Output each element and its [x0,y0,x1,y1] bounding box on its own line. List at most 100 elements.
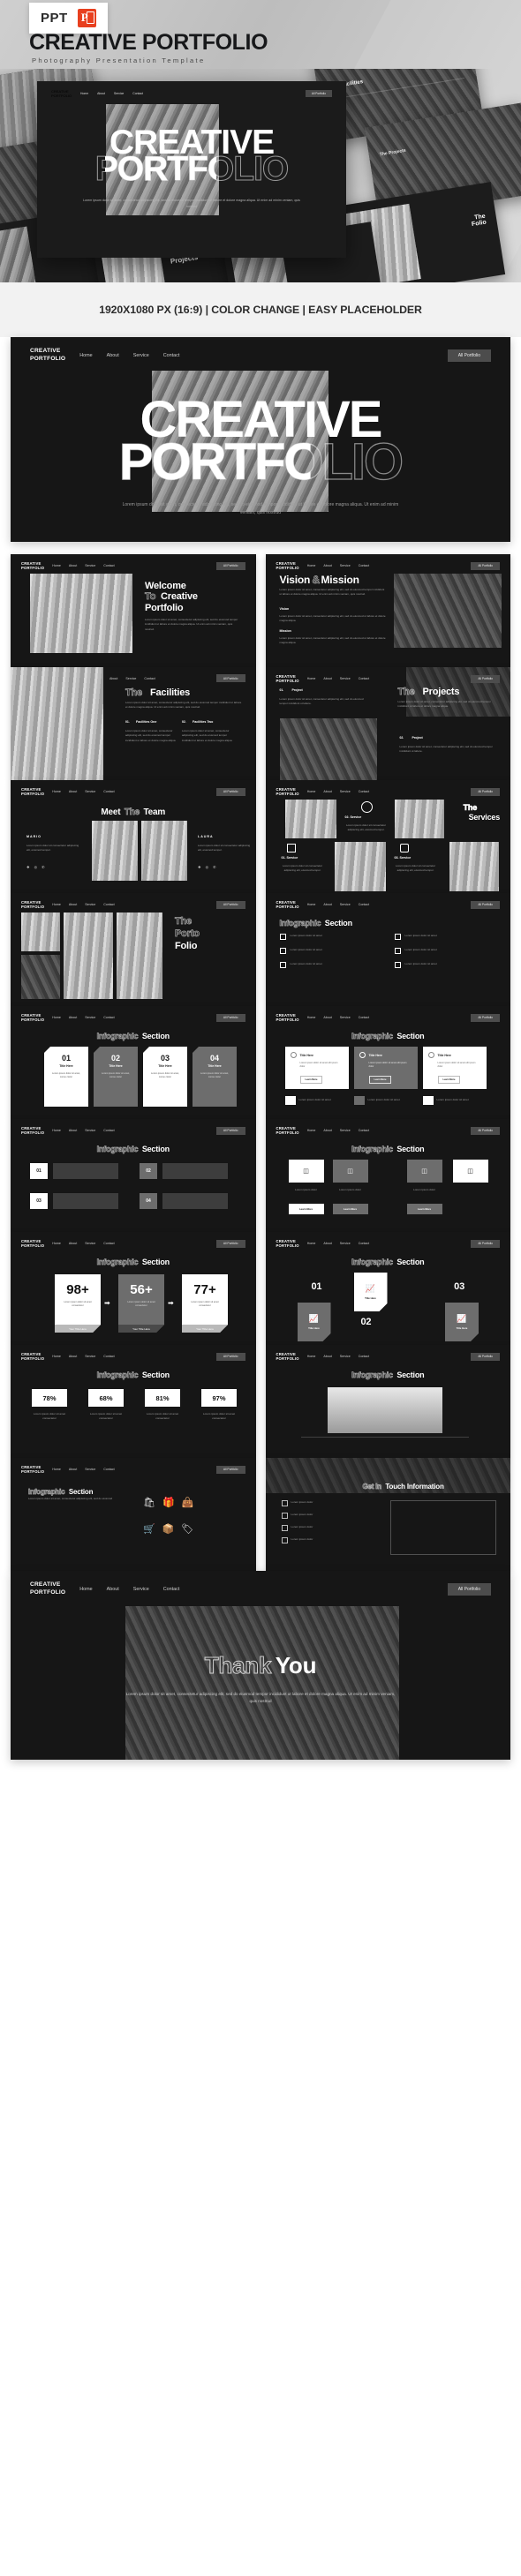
phone-icon[interactable]: ✆ [213,865,215,869]
nav-item-contact[interactable]: Contact [103,790,114,793]
nav-item-service[interactable]: Service [85,1355,95,1358]
nav-item-home[interactable]: Home [79,1587,92,1592]
nav-item-home[interactable]: Home [52,1355,61,1358]
step-card[interactable]: 📈 Title Here [354,1273,388,1311]
all-portfolio-button[interactable]: All Portfolio [471,1352,500,1361]
nav-item-service[interactable]: Service [340,564,351,567]
nav-item-service[interactable]: Service [85,1129,95,1132]
nav-item-service[interactable]: Service [340,1242,351,1245]
instagram-icon[interactable]: ◎ [206,865,209,869]
all-portfolio-button[interactable]: All Portfolio [215,1465,245,1474]
nav-item-contact[interactable]: Contact [103,1129,114,1132]
nav-item-about[interactable]: About [107,1587,119,1592]
nav-item-service[interactable]: Service [85,790,95,793]
nav-item-home[interactable]: Home [79,353,92,358]
nav-item-about[interactable]: About [323,677,331,680]
learn-more-button[interactable]: Learn More [406,1204,442,1214]
all-portfolio-button[interactable]: All Portfolio [215,900,245,909]
nav-item-home[interactable]: Home [307,677,316,680]
info-tag-card[interactable]: 03 Title Here Lorem ipsum dolor sit amet… [143,1047,187,1107]
nav-item-about[interactable]: About [69,564,77,567]
all-portfolio-button[interactable]: All Portfolio [471,787,500,796]
nav-item-home[interactable]: Home [307,564,316,567]
all-portfolio-button[interactable]: All Portfolio [471,674,500,683]
nav-item-service[interactable]: Service [85,564,95,567]
nav-item-home[interactable]: Home [307,1355,316,1358]
nav-item-contact[interactable]: Contact [359,1242,369,1245]
team-socials[interactable]: ❖ ◎ ✆ [198,865,215,869]
nav-item-home[interactable]: Home [80,92,88,95]
nav-item-about[interactable]: About [69,903,77,906]
nav-item-home[interactable]: Home [52,1468,61,1471]
checkbox-icon[interactable] [279,934,286,940]
nav-item-about[interactable]: About [323,1242,331,1245]
info-card[interactable]: Title Here Lorem ipsum dolor sit amet el… [353,1047,418,1089]
nav-item-home[interactable]: Home [52,1016,61,1019]
nav-item-contact[interactable]: Contact [132,92,143,95]
nav-item-home[interactable]: Home [52,1242,61,1245]
nav-item-contact[interactable]: Contact [144,677,155,680]
instagram-icon[interactable]: ◎ [34,865,38,869]
nav-item-about[interactable]: About [69,1468,77,1471]
nav-item-contact[interactable]: Contact [103,1355,114,1358]
nav-item-service[interactable]: Service [85,1468,95,1471]
all-portfolio-button[interactable]: All Portfolio [215,1126,245,1135]
all-portfolio-button[interactable]: All Portfolio [471,561,500,570]
info-card[interactable]: Title Here Lorem ipsum dolor sit amet el… [284,1047,349,1089]
nav-item-about[interactable]: About [109,677,117,680]
nav-item-about[interactable]: About [69,1242,77,1245]
step-card[interactable]: 📈 Title Here [298,1303,331,1341]
nav-item-about[interactable]: About [69,1355,77,1358]
info-tag-card[interactable]: 02 Title Here Lorem ipsum dolor sit amet… [94,1047,138,1107]
nav-item-service[interactable]: Service [85,903,95,906]
nav-item-service[interactable]: Service [340,1016,351,1019]
nav-item-contact[interactable]: Contact [103,1242,114,1245]
learn-more-button[interactable]: Learn More [437,1076,461,1085]
nav-item-about[interactable]: About [97,92,105,95]
nav-item-home[interactable]: Home [52,903,61,906]
nav-item-service[interactable]: Service [340,1355,351,1358]
icon-card[interactable]: ◫ [406,1160,442,1183]
checkbox-icon[interactable] [394,934,401,940]
nav-item-contact[interactable]: Contact [103,903,114,906]
all-portfolio-button[interactable]: All Portfolio [215,1013,245,1022]
checkbox-icon[interactable] [279,962,286,968]
icon-card[interactable]: ◫ [288,1160,324,1183]
nav-item-contact[interactable]: Contact [163,1587,180,1592]
nav-item-service[interactable]: Service [340,1129,351,1132]
nav-item-about[interactable]: About [69,790,77,793]
nav-item-service[interactable]: Service [114,92,124,95]
all-portfolio-button[interactable]: All Portfolio [471,1126,500,1135]
nav-item-contact[interactable]: Contact [359,1129,369,1132]
nav-item-contact[interactable]: Contact [359,564,369,567]
all-portfolio-button[interactable]: All Portfolio [215,674,245,682]
all-portfolio-button[interactable]: All Portfolio [447,349,491,362]
all-portfolio-button[interactable]: All Portfolio [471,1013,500,1022]
icon-card[interactable]: ◫ [452,1160,488,1183]
nav-item-home[interactable]: Home [307,1242,316,1245]
nav-item-service[interactable]: Service [125,677,136,680]
phone-icon[interactable]: ✆ [42,865,44,869]
nav-item-contact[interactable]: Contact [359,1355,369,1358]
info-card[interactable]: Title Here Lorem ipsum dolor sit amet el… [422,1047,487,1089]
nav-item-about[interactable]: About [69,1016,77,1019]
icon-card[interactable]: ◫ [332,1160,368,1183]
nav-item-about[interactable]: About [323,790,331,793]
learn-more-button[interactable]: Learn More [368,1076,392,1085]
nav-item-service[interactable]: Service [133,353,149,358]
all-portfolio-button[interactable]: All Portfolio [305,90,332,97]
nav-item-about[interactable]: About [107,353,119,358]
nav-item-contact[interactable]: Contact [103,1468,114,1471]
nav-item-service[interactable]: Service [340,903,351,906]
all-portfolio-button[interactable]: All Portfolio [215,1239,245,1248]
nav-item-contact[interactable]: Contact [163,353,180,358]
nav-item-about[interactable]: About [323,903,331,906]
checkbox-icon[interactable] [394,948,401,954]
nav-item-home[interactable]: Home [52,564,61,567]
learn-more-button[interactable]: Learn More [299,1076,323,1085]
nav-item-home[interactable]: Home [307,903,316,906]
info-tag-card[interactable]: 04 Title Here Lorem ipsum dolor sit amet… [193,1047,237,1107]
nav-item-contact[interactable]: Contact [359,903,369,906]
nav-item-home[interactable]: Home [307,1016,316,1019]
all-portfolio-button[interactable]: All Portfolio [447,1582,491,1596]
